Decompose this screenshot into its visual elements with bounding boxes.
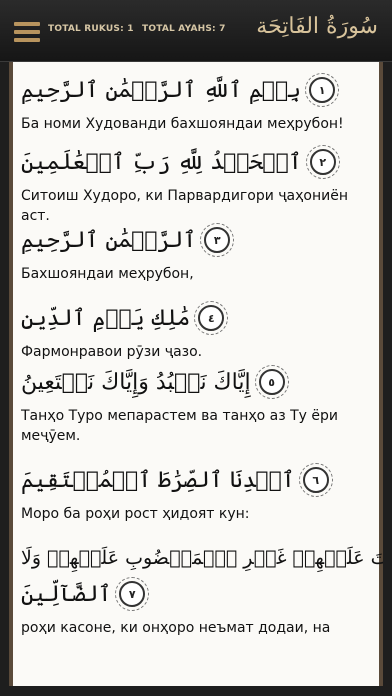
ayah-list[interactable]: ١ بِسۡمِ ٱللَّهِ ٱلرَّحۡمَٰنِ ٱلرَّحِيمِ… xyxy=(9,62,383,686)
ayah-translation: Моро ба роҳи рост ҳидоят кун: xyxy=(21,506,250,522)
ayah-arabic: ٱلۡحَمۡدُ لِلَّهِ رَبِّ ٱلۡعَٰلَمِينَ xyxy=(21,149,302,175)
total-ayahs: TOTAL AYAHS: 7 xyxy=(142,24,226,34)
ayah-number-badge: ٥ xyxy=(254,365,289,399)
ayah-number-badge: ٢ xyxy=(305,145,340,179)
surah-totals: TOTAL RUKUS: 1 TOTAL AYAHS: 7 xyxy=(48,24,226,34)
ayah-arabic: مَٰلِكِ يَوۡمِ ٱلدِّينِ xyxy=(21,305,191,331)
ayah-item[interactable]: صِرَٰطَ ٱلَّذِينَ أَنۡعَمۡتَ عَلَيۡهِمۡ … xyxy=(21,540,383,638)
ayah-item[interactable]: ٣ ٱلرَّحۡمَٰنِ ٱلرَّحِيمِ Бахшояндаи меҳ… xyxy=(21,222,371,284)
ayah-translation: Ситоиш Худоро, ки Парвардигори ҷаҳониён … xyxy=(21,188,348,224)
ayah-arabic: إِيَّاكَ نَعۡبُدُ وَإِيَّاكَ نَسۡتَعِينُ xyxy=(21,369,251,395)
ayah-arabic: ٱهۡدِنَا ٱلصِّرَٰطَ ٱلۡمُسۡتَقِيمَ xyxy=(21,467,295,493)
bottom-edge xyxy=(0,686,392,696)
ayah-translation: Фармонравои рӯзи ҷазо. xyxy=(21,344,203,360)
ayah-arabic: صِرَٰطَ ٱلَّذِينَ أَنۡعَمۡتَ عَلَيۡهِمۡ … xyxy=(21,547,383,569)
ayah-item[interactable]: ١ بِسۡمِ ٱللَّهِ ٱلرَّحۡمَٰنِ ٱلرَّحِيمِ… xyxy=(21,72,371,134)
ayah-translation: роҳи касоне, ки онҳоро неъмат додаи, на xyxy=(21,620,331,636)
ayah-number-badge: ١ xyxy=(305,73,340,107)
top-bar: TOTAL RUKUS: 1 TOTAL AYAHS: 7 سُورَةُ ال… xyxy=(0,0,392,62)
app-screen: TOTAL RUKUS: 1 TOTAL AYAHS: 7 سُورَةُ ال… xyxy=(0,0,392,696)
ayah-number-badge: ٧ xyxy=(115,577,150,611)
ayah-number-badge: ٦ xyxy=(298,463,333,497)
surah-title: سُورَةُ الفَاتِحَة xyxy=(256,14,378,39)
ayah-item[interactable]: ٥ إِيَّاكَ نَعۡبُدُ وَإِيَّاكَ نَسۡتَعِي… xyxy=(21,364,371,446)
ayah-number-badge: ٤ xyxy=(194,301,229,335)
ayah-number-badge: ٣ xyxy=(200,223,235,257)
ayah-arabic: بِسۡمِ ٱللَّهِ ٱلرَّحۡمَٰنِ ٱلرَّحِيمِ xyxy=(21,77,302,103)
ayah-item[interactable]: ٦ ٱهۡدِنَا ٱلصِّرَٰطَ ٱلۡمُسۡتَقِيمَ Мор… xyxy=(21,462,371,524)
total-rukus: TOTAL RUKUS: 1 xyxy=(48,24,134,34)
ayah-item[interactable]: ٤ مَٰلِكِ يَوۡمِ ٱلدِّينِ Фармонравои рӯ… xyxy=(21,300,371,362)
menu-icon[interactable] xyxy=(14,22,40,42)
ayah-translation: Бахшояндаи меҳрубон, xyxy=(21,266,194,282)
ayah-translation: Танҳо Туро мепарастем ва танҳо аз Ту ёри… xyxy=(21,408,339,444)
ayah-arabic-continued: ٱلضَّآلِّينَ xyxy=(21,581,112,607)
ayah-translation: Ба номи Худованди бахшояндаи меҳрубон! xyxy=(21,116,344,132)
ayah-item[interactable]: ٢ ٱلۡحَمۡدُ لِلَّهِ رَبِّ ٱلۡعَٰلَمِينَ … xyxy=(21,144,371,226)
ayah-arabic: ٱلرَّحۡمَٰنِ ٱلرَّحِيمِ xyxy=(21,227,197,253)
